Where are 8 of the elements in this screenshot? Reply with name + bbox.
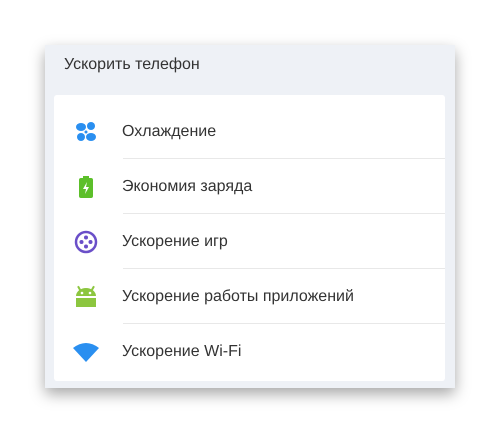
menu-item[interactable]: Ускорение игр xyxy=(122,232,228,250)
menu-item[interactable]: Экономия заряда xyxy=(122,178,252,196)
menu-item[interactable]: Охлаждение xyxy=(122,122,216,140)
menu-item[interactable]: Ускорение работы приложений xyxy=(122,288,354,306)
menu-item[interactable]: Ускорение Wi-Fi xyxy=(122,342,242,360)
panel-title: Ускорить телефон xyxy=(63,55,200,75)
wifi-icon xyxy=(72,342,100,362)
gamepad-icon xyxy=(72,230,100,254)
